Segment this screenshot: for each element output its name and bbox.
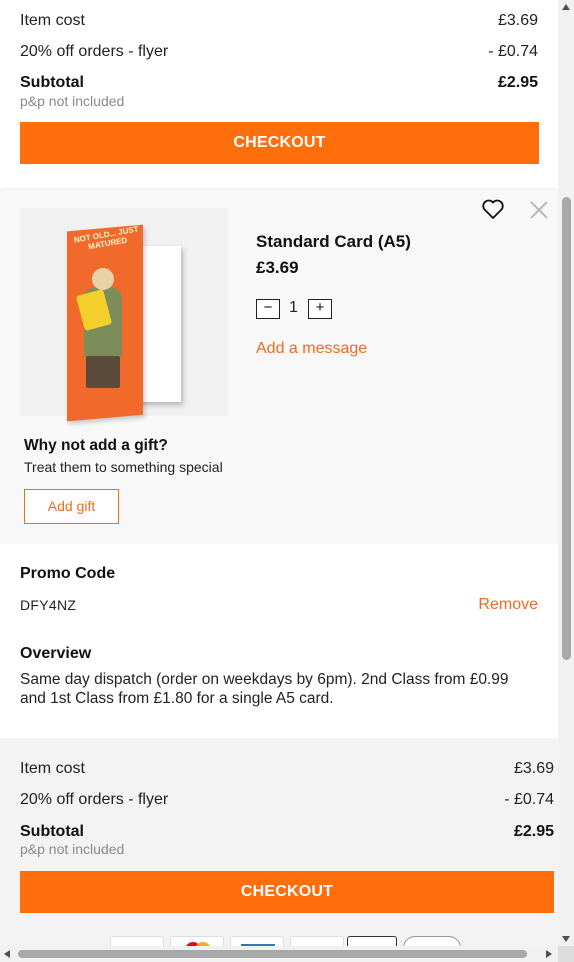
- scroll-left-icon[interactable]: [4, 950, 10, 958]
- scroll-right-icon[interactable]: [546, 950, 552, 958]
- gift-subtitle: Treat them to something special: [24, 459, 223, 475]
- payment-logo: [290, 936, 344, 946]
- quantity-value: 1: [289, 299, 298, 316]
- promo-code-value: DFY4NZ: [20, 597, 77, 613]
- subtotal-value: £2.95: [497, 74, 538, 91]
- subtotal-row: Subtotal £2.95: [20, 823, 554, 841]
- subtotal-row: Subtotal £2.95: [20, 74, 538, 92]
- scrollbar-corner: [558, 946, 574, 962]
- discount-row: 20% off orders - flyer - £0.74: [20, 791, 554, 809]
- overview-title: Overview: [20, 645, 92, 662]
- vertical-scrollbar-thumb[interactable]: [562, 197, 571, 660]
- order-summary-bottom: Item cost £3.69 20% off orders - flyer -…: [0, 738, 558, 946]
- item-cost-label: Item cost: [20, 760, 85, 777]
- checkout-button-bottom[interactable]: CHECKOUT: [20, 871, 554, 913]
- scroll-down-icon[interactable]: [562, 936, 570, 942]
- google-pay-icon: [403, 936, 461, 946]
- discount-row: 20% off orders - flyer - £0.74: [20, 43, 538, 61]
- promo-code-title: Promo Code: [20, 565, 116, 582]
- add-message-link[interactable]: Add a message: [256, 340, 367, 358]
- discount-value: - £0.74: [488, 43, 538, 60]
- discount-value: - £0.74: [504, 791, 554, 808]
- subtotal-label: Subtotal: [20, 823, 84, 840]
- item-cost-label: Item cost: [20, 12, 85, 29]
- basket-panel: Item cost £3.69 20% off orders - flyer -…: [0, 0, 558, 946]
- card-figure-legs: [86, 356, 120, 388]
- quantity-increase-button[interactable]: +: [308, 299, 332, 319]
- product-image[interactable]: NOT OLD... JUST MATURED: [20, 208, 228, 422]
- quantity-decrease-button[interactable]: −: [256, 299, 280, 319]
- mastercard-icon: [170, 936, 224, 946]
- apple-pay-icon: [347, 936, 397, 946]
- add-gift-button[interactable]: Add gift: [24, 489, 119, 524]
- payment-methods: [100, 936, 480, 946]
- scroll-up-icon[interactable]: [562, 4, 570, 10]
- discount-label: 20% off orders - flyer: [20, 43, 169, 60]
- gift-title: Why not add a gift?: [24, 437, 168, 454]
- discount-label: 20% off orders - flyer: [20, 791, 169, 808]
- overview-text: Same day dispatch (order on weekdays by …: [20, 671, 509, 707]
- close-icon[interactable]: [528, 199, 550, 221]
- pp-note: p&p not included: [20, 841, 125, 857]
- amex-icon: [230, 936, 284, 946]
- card-figure-head: [92, 268, 114, 290]
- checkout-button-top[interactable]: CHECKOUT: [20, 122, 539, 164]
- remove-promo-link[interactable]: Remove: [478, 596, 538, 614]
- horizontal-scrollbar-thumb[interactable]: [18, 950, 527, 958]
- item-cost-row: Item cost £3.69: [20, 760, 554, 778]
- subtotal-label: Subtotal: [20, 74, 84, 91]
- order-summary-top: Item cost £3.69 20% off orders - flyer -…: [0, 0, 558, 188]
- payment-logo: [110, 936, 164, 946]
- heart-icon[interactable]: [481, 198, 505, 220]
- subtotal-value: £2.95: [513, 823, 554, 840]
- item-cost-row: Item cost £3.69: [20, 12, 538, 30]
- product-title[interactable]: Standard Card (A5): [256, 232, 411, 252]
- product-price: £3.69: [256, 258, 299, 277]
- item-cost-value: £3.69: [497, 12, 538, 29]
- pp-note: p&p not included: [20, 93, 125, 109]
- item-cost-value: £3.69: [513, 760, 554, 777]
